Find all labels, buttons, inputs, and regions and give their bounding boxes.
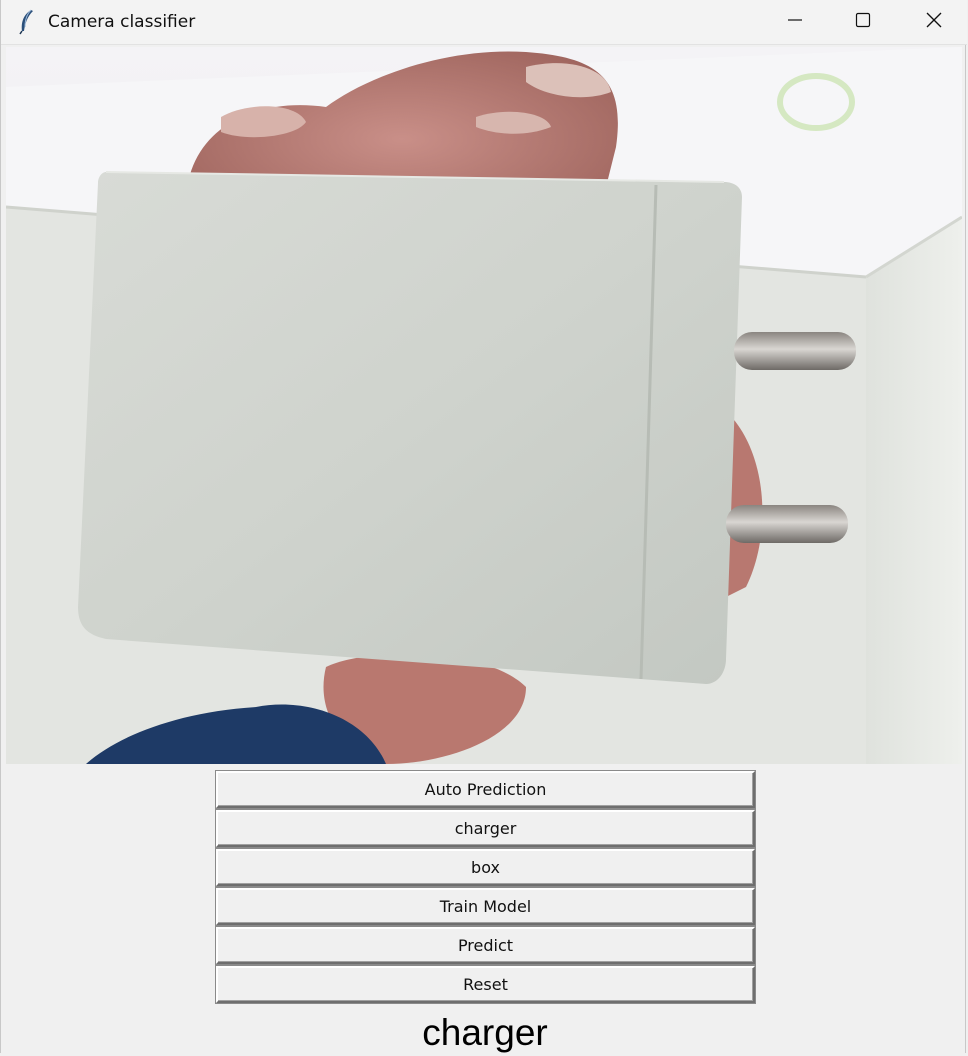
camera-feed — [6, 47, 962, 764]
train-model-button[interactable]: Train Model — [216, 888, 755, 925]
class-charger-button[interactable]: charger — [216, 810, 755, 847]
control-panel: Auto Prediction charger box Train Model … — [216, 771, 755, 1005]
reset-button[interactable]: Reset — [216, 966, 755, 1003]
feather-icon — [17, 9, 37, 35]
prediction-result-label: charger — [422, 1012, 548, 1053]
predict-button[interactable]: Predict — [216, 927, 755, 964]
maximize-icon — [855, 12, 871, 33]
title-bar[interactable]: Camera classifier — [1, 0, 967, 45]
auto-prediction-button[interactable]: Auto Prediction — [216, 771, 755, 808]
close-icon — [926, 12, 942, 33]
maximize-button[interactable] — [828, 0, 898, 44]
class-box-button[interactable]: box — [216, 849, 755, 886]
close-button[interactable] — [899, 0, 968, 44]
minimize-button[interactable] — [760, 0, 830, 44]
app-window: Camera classifier Auto Prediction charge… — [0, 0, 967, 1053]
minimize-icon — [787, 12, 803, 33]
window-title: Camera classifier — [48, 12, 196, 32]
